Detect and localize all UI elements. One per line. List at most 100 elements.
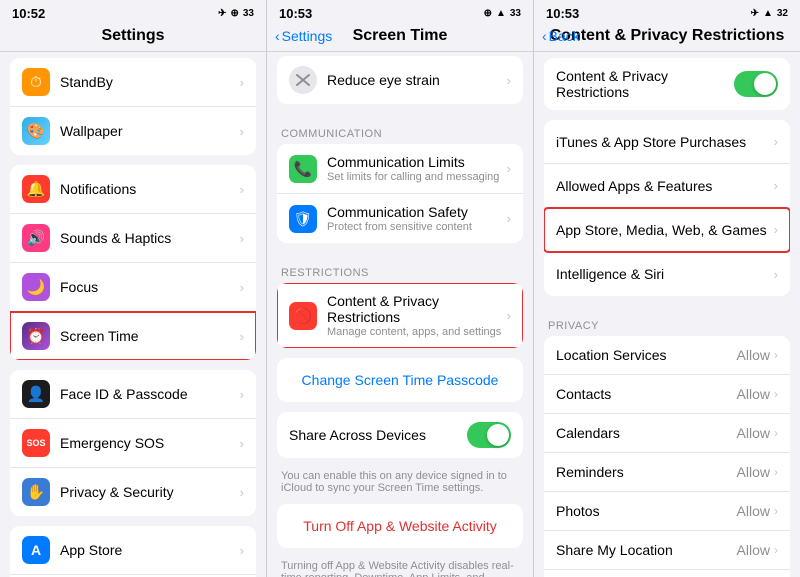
sounds-item[interactable]: 🔊 Sounds & Haptics › xyxy=(10,214,256,263)
appstore-label: App Store xyxy=(60,542,236,558)
settings-group-mid: 🔔 Notifications › 🔊 Sounds & Haptics › 🌙… xyxy=(10,165,256,360)
contacts-label: Contacts xyxy=(556,386,737,402)
screentime-top-group: Reduce eye strain › xyxy=(277,56,523,104)
contentprivacy-nav-title: Content & Privacy Restrictions xyxy=(550,27,785,45)
itunes-label: iTunes & App Store Purchases xyxy=(556,134,770,150)
status-bar-1: 10:52 ✈ ⊕ 33 xyxy=(0,0,266,23)
sos-label: Emergency SOS xyxy=(60,435,236,451)
reminders-value: Allow xyxy=(737,464,770,480)
contacts-item[interactable]: Contacts Allow › xyxy=(544,375,790,414)
battery3-icon: 32 xyxy=(777,8,788,19)
contacts-value: Allow xyxy=(737,386,770,402)
cp-toggle-item[interactable]: Content & Privacy Restrictions xyxy=(544,58,790,110)
back-label: Settings xyxy=(282,28,333,44)
cp-toggle-group: Content & Privacy Restrictions xyxy=(544,58,790,110)
panel-content-privacy: 10:53 ✈ ▲ 32 ‹ Back Content & Privacy Re… xyxy=(534,0,800,577)
share-across-item[interactable]: Share Across Devices xyxy=(277,412,523,458)
airplane3-icon: ✈ xyxy=(751,8,759,19)
contentprivacy-scroll[interactable]: Content & Privacy Restrictions iTunes & … xyxy=(534,52,800,577)
time-1: 10:52 xyxy=(12,6,45,21)
faceid-chevron: › xyxy=(240,387,244,402)
reminders-label: Reminders xyxy=(556,464,737,480)
turnoff-group: Turn Off App & Website Activity xyxy=(277,504,523,548)
notifications-chevron: › xyxy=(240,182,244,197)
bluetooth-item[interactable]: Bluetooth Sharing Allow › xyxy=(544,570,790,577)
panel-settings: 10:52 ✈ ⊕ 33 Settings ⏱ StandBy › 🎨 Wall… xyxy=(0,0,267,577)
content-privacy-label: Content & Privacy Restrictions xyxy=(327,293,503,325)
comm-limits-icon: 📞 xyxy=(289,155,317,183)
appstore-media-item[interactable]: App Store, Media, Web, & Games › xyxy=(544,208,790,252)
content-privacy-item[interactable]: 🚫 Content & Privacy Restrictions Manage … xyxy=(277,283,523,348)
share-location-label: Share My Location xyxy=(556,542,737,558)
comm-limits-label: Communication Limits xyxy=(327,154,503,170)
contentprivacy-nav: ‹ Back Content & Privacy Restrictions xyxy=(534,23,800,52)
wallpaper-icon: 🎨 xyxy=(22,117,50,145)
focus-icon: 🌙 xyxy=(22,273,50,301)
sounds-label: Sounds & Haptics xyxy=(60,230,236,246)
back-to-settings[interactable]: ‹ Settings xyxy=(275,28,332,44)
notifications-icon: 🔔 xyxy=(22,175,50,203)
share-info: You can enable this on any device signed… xyxy=(267,468,533,504)
content-privacy-chevron: › xyxy=(507,308,511,323)
turnoff-item[interactable]: Turn Off App & Website Activity xyxy=(277,504,523,548)
reduce-item[interactable]: Reduce eye strain › xyxy=(277,56,523,104)
back3-chevron-icon: ‹ xyxy=(542,28,547,44)
sounds-chevron: › xyxy=(240,231,244,246)
cp-toggle[interactable] xyxy=(734,71,778,97)
back-to-screentime[interactable]: ‹ Back xyxy=(542,28,580,44)
comm-safety-icon: 🛡 xyxy=(289,205,317,233)
intelligence-label: Intelligence & Siri xyxy=(556,266,770,282)
signal-icon: ⊕ xyxy=(230,8,238,19)
wallpaper-item[interactable]: 🎨 Wallpaper › xyxy=(10,107,256,155)
calendars-item[interactable]: Calendars Allow › xyxy=(544,414,790,453)
itunes-item[interactable]: iTunes & App Store Purchases › xyxy=(544,120,790,164)
intelligence-item[interactable]: Intelligence & Siri › xyxy=(544,252,790,296)
photos-item[interactable]: Photos Allow › xyxy=(544,492,790,531)
focus-item[interactable]: 🌙 Focus › xyxy=(10,263,256,312)
change-passcode-item[interactable]: Change Screen Time Passcode xyxy=(277,358,523,402)
share-across-toggle[interactable] xyxy=(467,422,511,448)
wallpaper-chevron: › xyxy=(240,124,244,139)
reminders-chevron: › xyxy=(774,465,778,479)
settings-title: Settings xyxy=(0,23,266,52)
faceid-item[interactable]: 👤 Face ID & Passcode › xyxy=(10,370,256,419)
reduce-icon xyxy=(289,66,317,94)
back-chevron-icon: ‹ xyxy=(275,28,280,44)
wifi-icon: ⊕ xyxy=(484,8,492,19)
sos-icon: SOS xyxy=(22,429,50,457)
panel-screentime: 10:53 ⊕ ▲ 33 ‹ Settings Screen Time Redu… xyxy=(267,0,534,577)
location-chevron: › xyxy=(774,348,778,362)
comm-limits-item[interactable]: 📞 Communication Limits Set limits for ca… xyxy=(277,144,523,194)
allowed-apps-label: Allowed Apps & Features xyxy=(556,178,770,194)
standby-chevron: › xyxy=(240,75,244,90)
screentime-scroll[interactable]: Reduce eye strain › COMMUNICATION 📞 Comm… xyxy=(267,52,533,577)
content-privacy-icon: 🚫 xyxy=(289,302,317,330)
status-icons-3: ✈ ▲ 32 xyxy=(751,8,788,19)
settings-scroll[interactable]: ⏱ StandBy › 🎨 Wallpaper › 🔔 Notification… xyxy=(0,52,266,577)
photos-chevron: › xyxy=(774,504,778,518)
calendars-chevron: › xyxy=(774,426,778,440)
status-icons-2: ⊕ ▲ 33 xyxy=(484,8,521,19)
appstore-item[interactable]: A App Store › xyxy=(10,526,256,575)
change-passcode-group: Change Screen Time Passcode xyxy=(277,358,523,402)
location-item[interactable]: Location Services Allow › xyxy=(544,336,790,375)
screentime-label: Screen Time xyxy=(60,328,236,344)
reminders-item[interactable]: Reminders Allow › xyxy=(544,453,790,492)
screentime-nav-title: Screen Time xyxy=(353,27,448,45)
share-across-label: Share Across Devices xyxy=(289,427,467,443)
notifications-label: Notifications xyxy=(60,181,236,197)
allowed-apps-item[interactable]: Allowed Apps & Features › xyxy=(544,164,790,208)
sos-item[interactable]: SOS Emergency SOS › xyxy=(10,419,256,468)
notifications-item[interactable]: 🔔 Notifications › xyxy=(10,165,256,214)
share-location-item[interactable]: Share My Location Allow › xyxy=(544,531,790,570)
allowed-apps-chevron: › xyxy=(774,178,778,193)
screentime-item[interactable]: ⏰ Screen Time › xyxy=(10,312,256,360)
privacy-item[interactable]: ✋ Privacy & Security › xyxy=(10,468,256,516)
standby-item[interactable]: ⏱ StandBy › xyxy=(10,58,256,107)
contacts-chevron: › xyxy=(774,387,778,401)
screentime-nav: ‹ Settings Screen Time xyxy=(267,23,533,52)
back3-label: Back xyxy=(549,28,580,44)
share-across-group: Share Across Devices xyxy=(277,412,523,458)
comm-safety-chevron: › xyxy=(507,211,511,226)
comm-safety-item[interactable]: 🛡 Communication Safety Protect from sens… xyxy=(277,194,523,243)
